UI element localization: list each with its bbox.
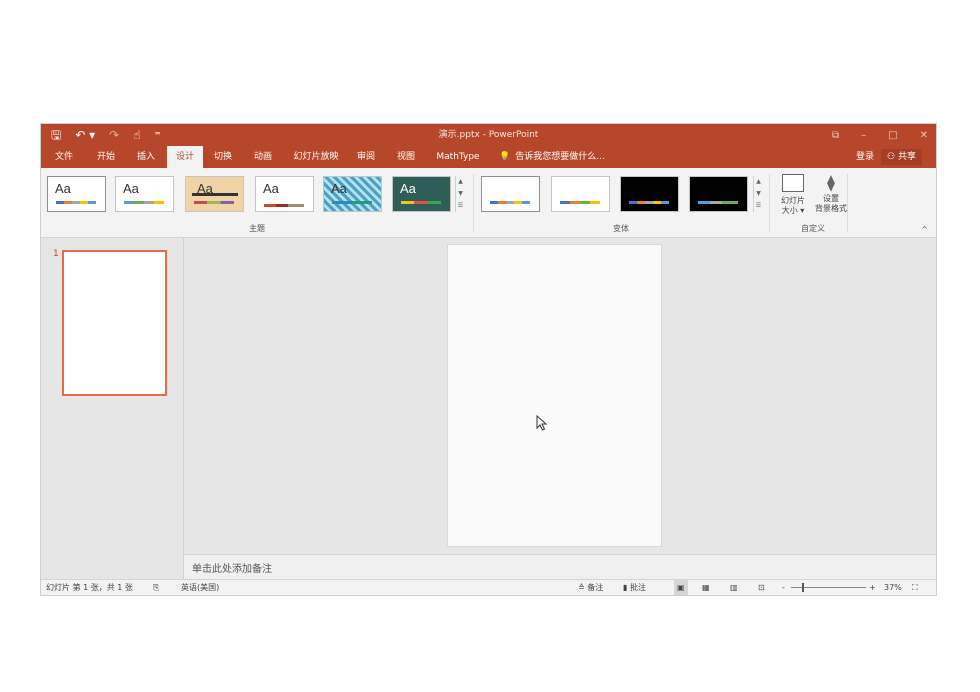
tab-design[interactable]: 设计 [167,146,203,168]
powerpoint-window: 🖫 ↶ ▾ ↷ ☝ ⁼ 演示.pptx - PowerPoint ⧉ – □ ✕… [41,124,936,595]
notes-placeholder: 单击此处添加备注 [192,564,272,575]
share-label: 共享 [897,152,916,162]
comments-toggle[interactable]: ▮ 批注 [623,580,646,595]
variant-color-strip [629,201,669,204]
zoom-in-button[interactable]: + [869,580,876,595]
slide-canvas[interactable] [447,244,662,547]
notes-toggle[interactable]: ≙ 备注 [578,580,603,595]
document-title: 演示.pptx - PowerPoint [438,130,539,140]
slide-thumbnail-pane: 1 [41,238,184,579]
group-separator [847,174,848,232]
customize-group-label: 自定义 [801,224,825,233]
theme-color-strip [401,201,441,204]
format-background-button[interactable]: ⧫ 设置 背景格式 [811,172,851,214]
gallery-more-icon[interactable]: ☰ [456,200,465,212]
paint-bucket-icon: ⧫ [827,173,835,192]
gallery-up-icon[interactable]: ▲ [456,176,465,188]
lightbulb-icon: 💡 [499,152,511,162]
slide-thumbnail[interactable] [62,250,167,396]
variant-gallery-scroll[interactable]: ▲ ▼ ☰ [753,176,763,212]
theme-color-strip [124,201,164,204]
zoom-level[interactable]: 37% [884,580,902,595]
variant-3[interactable] [620,176,679,212]
tab-slideshow[interactable]: 幻灯片放映 [287,146,345,168]
tab-home[interactable]: 开始 [91,146,121,168]
theme-preview-text: Aa [123,181,139,196]
theme-color-strip [194,201,234,204]
maximize-icon[interactable]: □ [888,130,897,141]
gallery-more-icon[interactable]: ☰ [754,200,763,212]
share-button[interactable]: ⚇ 共享 [881,149,922,165]
theme-4[interactable]: Aa [255,176,314,212]
gallery-up-icon[interactable]: ▲ [754,176,763,188]
reading-view-icon[interactable]: ▥ [730,580,738,595]
theme-5[interactable]: Aa [323,176,382,212]
language-status[interactable]: 英语(美国) [181,580,219,595]
ribbon-display-options-icon[interactable]: ⧉ [832,130,839,141]
theme-preview-text: Aa [400,181,416,196]
tab-animations[interactable]: 动画 [247,146,279,168]
theme-preview-text: Aa [55,181,71,196]
group-separator [473,174,474,232]
ribbon-tabs: 文件 开始 插入 设计 切换 动画 幻灯片放映 审阅 视图 MathType 💡… [41,146,936,168]
ribbon-design: Aa Aa Aa Aa Aa Aa ▲ ▼ ☰ 主题 ▲ ▼ ☰ 变体 幻灯片 … [41,168,936,238]
theme-gallery-scroll[interactable]: ▲ ▼ ☰ [455,176,465,212]
group-separator [769,174,770,232]
theme-6[interactable]: Aa [392,176,451,212]
minimize-icon[interactable]: – [861,130,866,141]
person-icon: ⚇ [887,152,896,162]
theme-2[interactable]: Aa [115,176,174,212]
tab-insert[interactable]: 插入 [131,146,161,168]
slide-size-icon [782,174,804,192]
theme-preview-text: Aa [197,181,213,196]
slide-size-label-2: 大小 ▾ [781,206,805,215]
tell-me-search[interactable]: 💡 告诉我您想要做什么... [499,146,605,168]
variants-group-label: 变体 [613,224,629,233]
variant-2[interactable] [551,176,610,212]
normal-view-icon[interactable]: ▣ [674,580,688,595]
notes-pane[interactable]: 单击此处添加备注 [184,554,936,580]
mouse-pointer-icon [536,415,548,431]
slide-size-label: 幻灯片 [781,196,805,205]
variant-color-strip [490,201,530,204]
close-icon[interactable]: ✕ [920,130,928,141]
tab-file[interactable]: 文件 [49,146,79,168]
format-bg-label: 设置 [823,194,839,203]
themes-group-label: 主题 [249,224,265,233]
slide-size-button[interactable]: 幻灯片 大小 ▾ [775,172,811,216]
theme-color-strip [264,204,304,207]
title-bar: 🖫 ↶ ▾ ↷ ☝ ⁼ 演示.pptx - PowerPoint ⧉ – □ ✕ [41,124,936,146]
theme-3[interactable]: Aa [185,176,244,212]
status-bar: 幻灯片 第 1 张，共 1 张 ⎘ 英语(美国) ≙ 备注 ▮ 批注 ▣ ▦ ▥… [41,579,936,595]
variant-4[interactable] [689,176,748,212]
fit-to-window-icon[interactable]: ⛶ [912,580,918,595]
gallery-down-icon[interactable]: ▼ [754,188,763,200]
slide-number: 1 [53,249,59,259]
theme-color-strip [56,201,96,204]
slideshow-view-icon[interactable]: ⊡ [758,580,765,595]
gallery-down-icon[interactable]: ▼ [456,188,465,200]
tab-view[interactable]: 视图 [391,146,421,168]
slide-sorter-icon[interactable]: ▦ [702,580,710,595]
variant-color-strip [698,201,738,204]
collapse-ribbon-icon[interactable]: ^ [921,225,928,234]
window-controls: ⧉ – □ ✕ [832,124,928,146]
theme-preview-text: Aa [331,181,347,196]
spellcheck-icon[interactable]: ⎘ [153,580,159,595]
theme-office[interactable]: Aa [47,176,106,212]
slide-count-status: 幻灯片 第 1 张，共 1 张 [46,583,133,592]
theme-preview-text: Aa [263,181,279,196]
theme-color-strip [332,201,372,204]
format-bg-label-2: 背景格式 [815,204,847,213]
tab-transitions[interactable]: 切换 [207,146,239,168]
variant-1[interactable] [481,176,540,212]
tab-mathtype[interactable]: MathType [433,146,483,168]
zoom-slider-handle[interactable] [802,583,804,592]
tab-review[interactable]: 审阅 [351,146,381,168]
sign-in-link[interactable]: 登录 [856,146,874,168]
zoom-out-button[interactable]: - [782,580,785,595]
variant-color-strip [560,201,600,204]
tell-me-text: 告诉我您想要做什么... [515,152,605,162]
